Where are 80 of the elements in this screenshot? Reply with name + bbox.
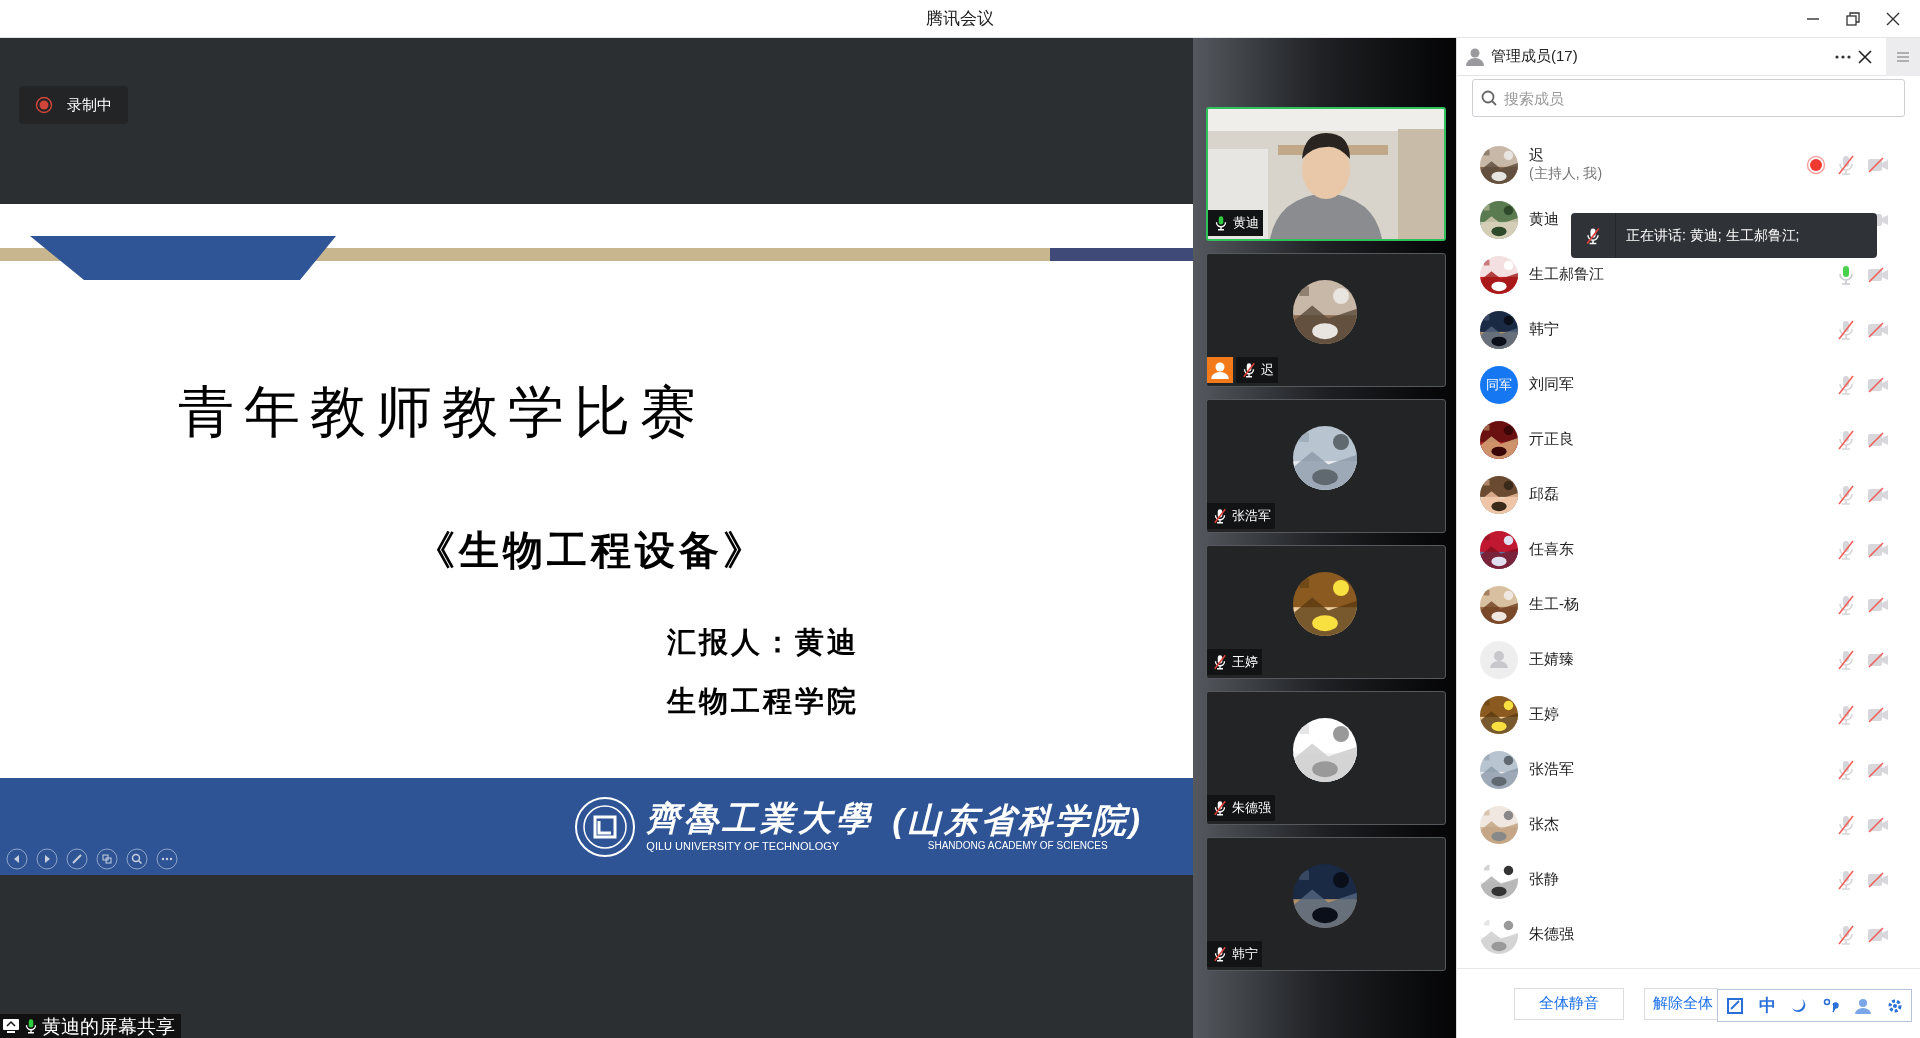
member-name: 亓正良	[1529, 430, 1575, 449]
member-row[interactable]: 张浩军	[1457, 742, 1920, 797]
close-icon	[1886, 12, 1900, 26]
member-row[interactable]: 亓正良	[1457, 412, 1920, 467]
window-title: 腾讯会议	[926, 7, 994, 30]
search-icon	[1481, 90, 1497, 106]
menu-icon	[1896, 50, 1910, 63]
more-icon[interactable]	[156, 848, 178, 870]
more-icon	[1834, 53, 1852, 60]
slide-title: 青年教师教学比赛	[177, 378, 707, 440]
university-name: 齊魯工業大學	[646, 801, 875, 835]
member-role: (主持人, 我)	[1529, 165, 1604, 183]
search-field[interactable]: 搜索成员	[1472, 79, 1905, 117]
member-row[interactable]: 张杰	[1457, 797, 1920, 852]
member-row[interactable]: 朱德强	[1457, 907, 1920, 962]
member-name: 黄迪	[1529, 210, 1560, 229]
member-name: 张杰	[1529, 815, 1560, 834]
member-row[interactable]: 张静	[1457, 852, 1920, 907]
ime-logo-icon[interactable]	[1725, 995, 1745, 1016]
panel-title: 管理成员(17)	[1491, 46, 1579, 67]
member-name: 朱德强	[1529, 925, 1575, 944]
member-row[interactable]: 邱磊	[1457, 467, 1920, 522]
restore-icon	[1846, 12, 1860, 26]
member-name: 任喜东	[1529, 540, 1575, 559]
participant-name: 韩宁	[1232, 945, 1258, 964]
zoom-icon[interactable]	[126, 848, 148, 870]
previous-icon[interactable]	[6, 848, 28, 870]
member-row[interactable]: 同军 刘同军	[1457, 357, 1920, 412]
video-tile[interactable]: 张浩军	[1206, 399, 1446, 533]
member-name: 生工郝鲁江	[1529, 265, 1605, 284]
member-name: 张浩军	[1529, 760, 1575, 779]
user-icon[interactable]	[1854, 996, 1872, 1015]
participant-name: 张浩军	[1232, 507, 1271, 526]
member-name: 张静	[1529, 870, 1560, 889]
punctuation-icon[interactable]	[1822, 996, 1840, 1015]
academy-name: (山东省科学院)	[892, 802, 1143, 837]
tooltip-text: 正在讲话: 黄迪; 生工郝鲁江;	[1625, 226, 1800, 245]
video-tile[interactable]: 韩宁	[1206, 837, 1446, 971]
department-text: 生物工程学院	[665, 683, 860, 716]
member-name: 生工-杨	[1529, 595, 1580, 614]
member-row[interactable]: 王婷	[1457, 687, 1920, 742]
banner-shape-icon	[30, 236, 336, 280]
member-row[interactable]: 迟 (主持人, 我)	[1457, 137, 1920, 192]
video-tile[interactable]: 黄迪	[1206, 107, 1446, 241]
avatar: 同军	[1480, 365, 1518, 404]
member-name: 王婷	[1529, 705, 1560, 724]
member-row[interactable]: 韩宁	[1457, 302, 1920, 357]
pen-icon[interactable]	[66, 848, 88, 870]
unmute-all-button[interactable]: 解除全体	[1644, 987, 1718, 1020]
member-name: 韩宁	[1529, 320, 1560, 339]
moon-icon[interactable]	[1790, 996, 1808, 1015]
member-row[interactable]: 任喜东	[1457, 522, 1920, 577]
pages-icon[interactable]	[96, 848, 118, 870]
video-tile[interactable]: 迟	[1206, 253, 1446, 387]
record-icon	[35, 96, 53, 114]
close-icon	[1858, 49, 1872, 64]
recording-label: 录制中	[67, 94, 112, 115]
university-english-name: QILU UNIVERSITY OF TECHNOLOGY	[646, 841, 840, 852]
member-name: 王婧臻	[1529, 650, 1575, 669]
participant-name: 黄迪	[1233, 214, 1259, 233]
member-name: 刘同军	[1529, 375, 1575, 394]
input-mode-toggle[interactable]: 中	[1759, 992, 1776, 1019]
video-tile[interactable]: 朱德强	[1206, 691, 1446, 825]
member-row[interactable]: 生工-杨	[1457, 577, 1920, 632]
member-name: 迟	[1529, 146, 1545, 166]
participant-name: 王婷	[1232, 653, 1258, 672]
mute-all-button[interactable]: 全体静音	[1514, 987, 1624, 1020]
presenter-text: 汇报人：黄迪	[666, 624, 860, 657]
member-name: 邱磊	[1529, 485, 1560, 504]
academy-english-name: SHANDONG ACADEMY OF SCIENCES	[927, 840, 1108, 851]
participant-name: 朱德强	[1232, 799, 1271, 818]
default-avatar-icon	[1480, 640, 1518, 679]
university-logo-icon	[574, 795, 637, 858]
person-icon	[1465, 47, 1485, 66]
participant-name: 迟	[1261, 361, 1274, 380]
slide-subtitle: 《生物工程设备》	[414, 525, 768, 570]
video-tile[interactable]: 王婷	[1206, 545, 1446, 679]
screen-share-text: 黄迪的屏幕共享	[42, 1016, 175, 1036]
next-icon[interactable]	[36, 848, 58, 870]
member-row[interactable]: 王婧臻	[1457, 632, 1920, 687]
